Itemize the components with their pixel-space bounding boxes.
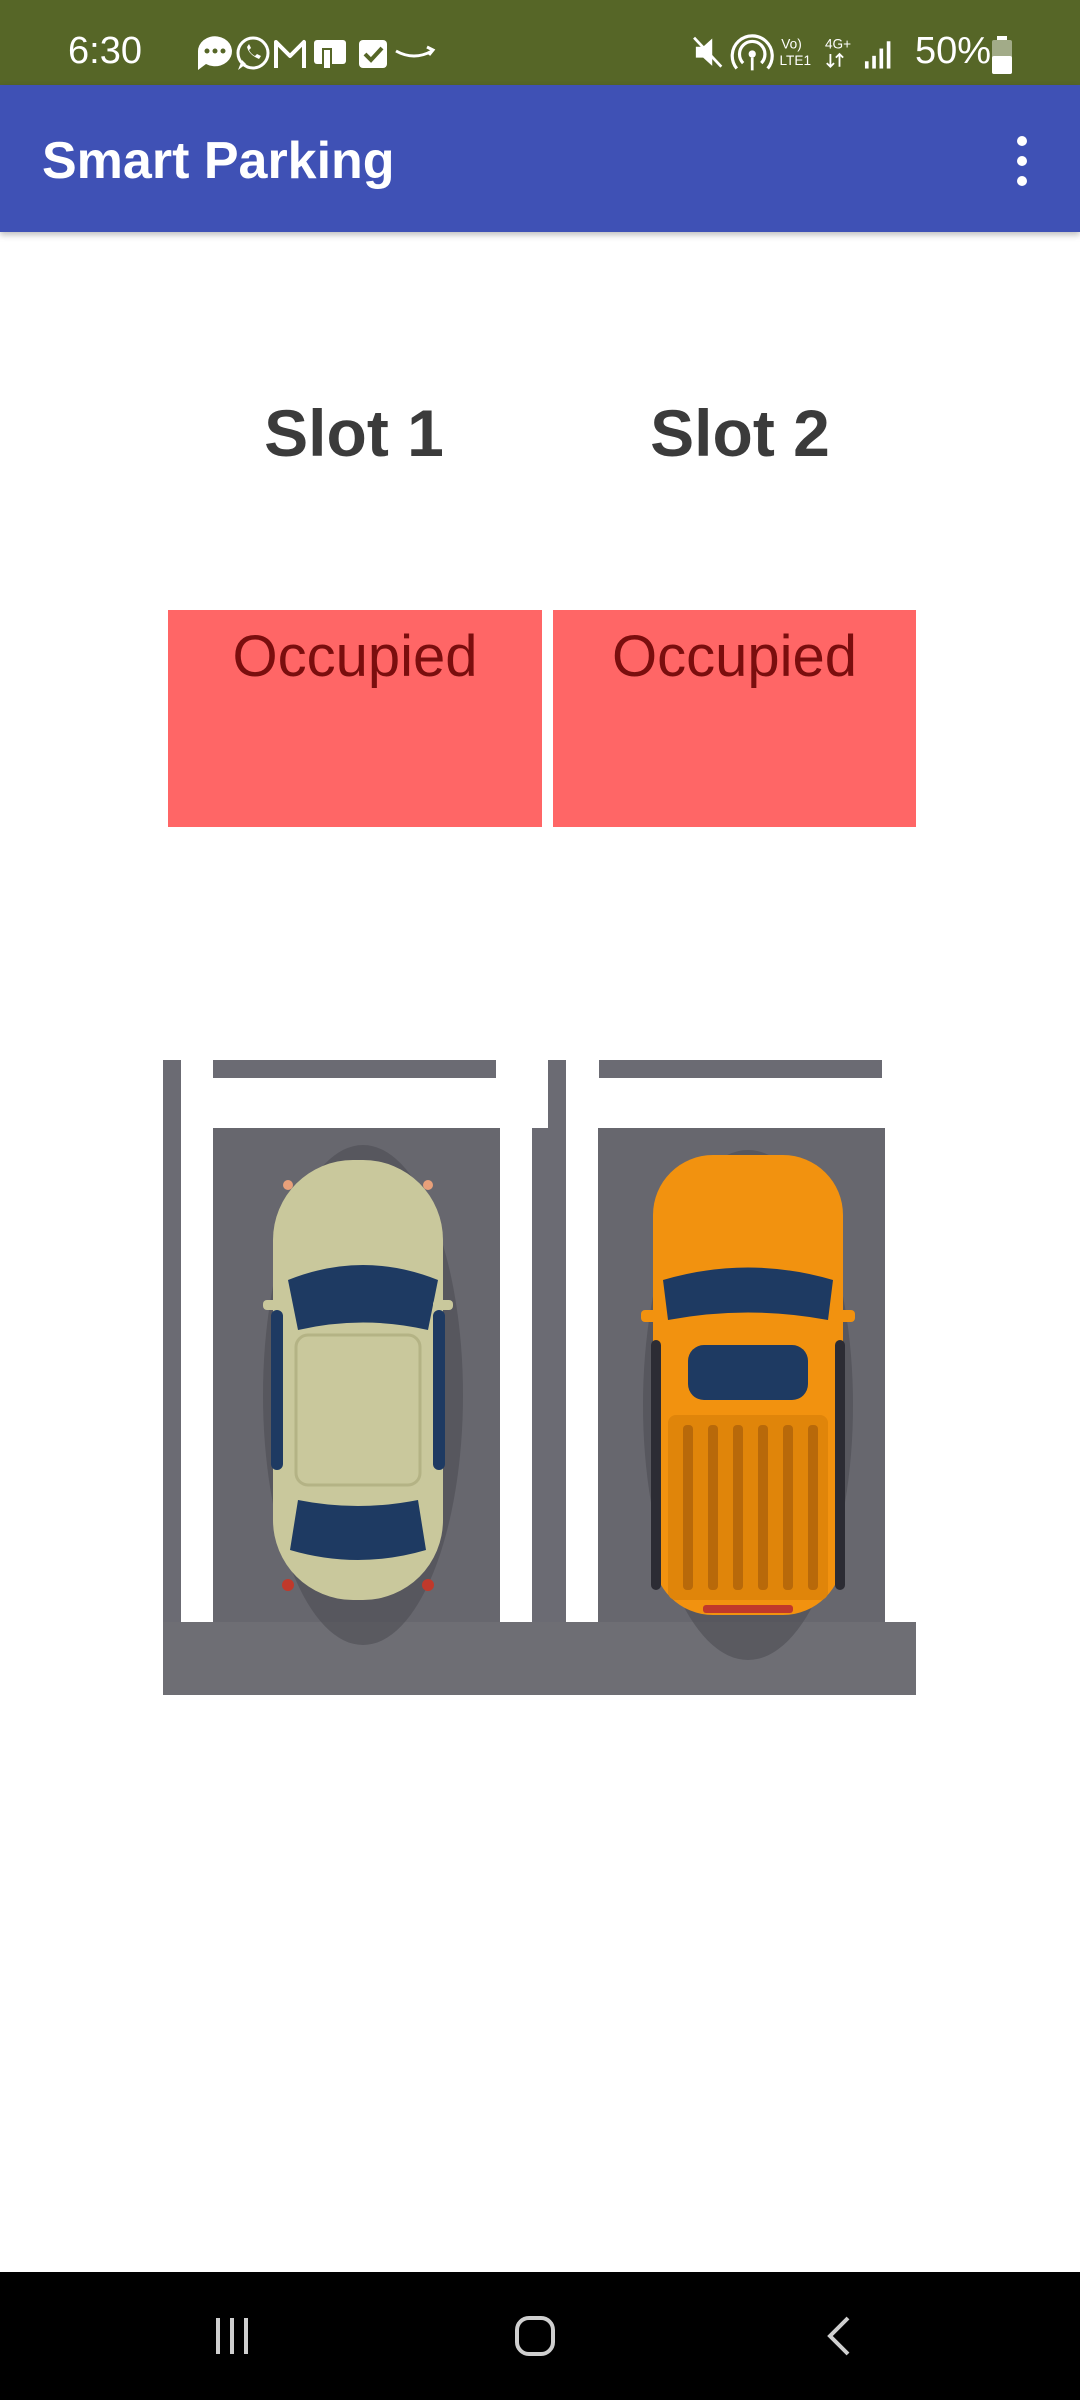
back-button[interactable]: [778, 2272, 898, 2400]
car-slot-1: [263, 1145, 463, 1645]
svg-text:Vo): Vo): [781, 37, 801, 52]
4g-plus-icon: 4G+: [825, 37, 851, 69]
status-time: 6:30: [68, 30, 142, 72]
notification-icons: [197, 36, 436, 70]
svg-text:4G+: 4G+: [825, 37, 851, 52]
battery-icon: [992, 36, 1012, 74]
home-icon: [515, 2316, 555, 2356]
home-button[interactable]: [475, 2272, 595, 2400]
app-bar: Smart Parking: [0, 85, 1080, 232]
navigation-bar: [0, 2272, 1080, 2400]
whatsapp-icon: [236, 36, 270, 70]
phone-ui-icon: [314, 40, 346, 70]
chat-bubble-icon: [197, 36, 232, 70]
battery-percentage: 50%: [915, 30, 992, 72]
mute-icon: [693, 36, 723, 68]
system-icons: Vo) LTE1 4G+: [693, 34, 891, 71]
slot-2-title: Slot 2: [650, 396, 830, 470]
checklist-icon: [359, 40, 387, 68]
recent-apps-button[interactable]: [172, 2272, 292, 2400]
app-title: Smart Parking: [42, 132, 395, 190]
parking-lot-image: [163, 1060, 916, 1695]
amazon-icon: [395, 45, 436, 58]
volte-icon: Vo) LTE1: [780, 37, 812, 68]
back-icon: [827, 2316, 850, 2356]
svg-text:LTE1: LTE1: [780, 53, 812, 68]
slot-1-status: Occupied: [168, 610, 542, 827]
overflow-menu-icon[interactable]: [1000, 121, 1044, 201]
signal-icon: [864, 41, 891, 69]
status-bar: 6:30 Vo) LTE1 4G+ 50%: [0, 0, 1080, 85]
hotspot-icon: [730, 34, 774, 71]
recent-apps-icon: [216, 2318, 248, 2354]
gmail-icon: [274, 40, 306, 68]
car-slot-2: [641, 1150, 855, 1660]
slot-2-status: Occupied: [553, 610, 916, 827]
slot-1-title: Slot 1: [264, 396, 444, 470]
